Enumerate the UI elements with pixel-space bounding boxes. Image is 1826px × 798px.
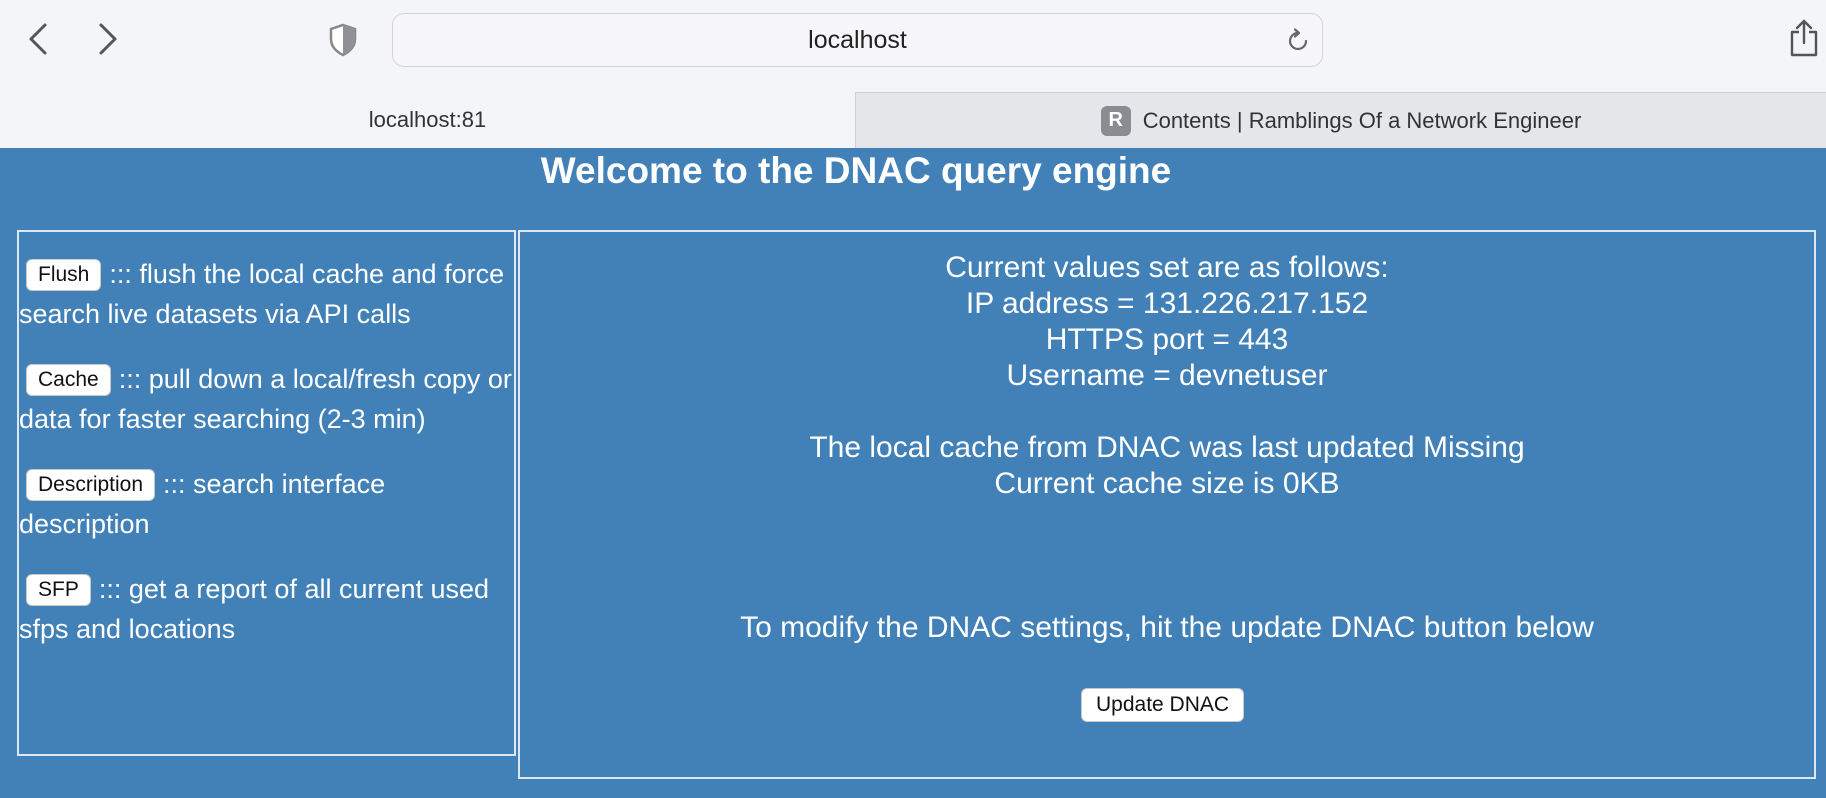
address-text: localhost bbox=[808, 25, 907, 54]
tab-label: localhost:81 bbox=[368, 107, 487, 132]
command-sfp: SFP::: get a report of all current used … bbox=[19, 569, 518, 649]
https-port-value: HTTPS port = 443 bbox=[1045, 323, 1289, 356]
back-button[interactable] bbox=[18, 18, 58, 60]
page-title: Welcome to the DNAC query engine bbox=[540, 150, 1172, 191]
address-bar[interactable]: localhost bbox=[392, 13, 1323, 67]
site-favicon-icon: R bbox=[1100, 105, 1131, 136]
tab-localhost[interactable]: localhost:81 bbox=[0, 92, 855, 148]
flush-button[interactable]: Flush bbox=[26, 259, 102, 291]
username-value: Username = devnetuser bbox=[1006, 359, 1328, 392]
tab-ramblings[interactable]: R Contents | Ramblings Of a Network Engi… bbox=[855, 92, 1826, 148]
command-description-search: Description::: search interface descript… bbox=[19, 464, 518, 544]
share-button[interactable] bbox=[1786, 16, 1822, 60]
settings-panel: Current values set are as follows: IP ad… bbox=[518, 230, 1816, 779]
modify-hint-text: To modify the DNAC settings, hit the upd… bbox=[740, 611, 1594, 644]
description-button[interactable]: Description bbox=[26, 469, 156, 501]
command-cache: Cache::: pull down a local/fresh copy or… bbox=[19, 359, 518, 439]
tab-label: Contents | Ramblings Of a Network Engine… bbox=[1142, 107, 1582, 133]
reload-icon bbox=[1288, 28, 1308, 51]
reload-button[interactable] bbox=[1284, 27, 1312, 55]
privacy-shield-icon[interactable] bbox=[326, 22, 360, 58]
commands-panel: Flush::: flush the local cache and force… bbox=[17, 230, 516, 756]
chevron-right-icon bbox=[99, 23, 117, 55]
cache-updated-text: The local cache from DNAC was last updat… bbox=[809, 431, 1525, 464]
cache-button[interactable]: Cache bbox=[26, 364, 111, 396]
tab-bar: localhost:81 R Contents | Ramblings Of a… bbox=[0, 92, 1826, 148]
update-dnac-button[interactable]: Update DNAC bbox=[1081, 688, 1245, 722]
chevron-left-icon bbox=[29, 23, 47, 55]
sfp-button[interactable]: SFP bbox=[26, 574, 91, 606]
cache-size-text: Current cache size is 0KB bbox=[994, 467, 1340, 500]
ip-address-value: IP address = 131.226.217.152 bbox=[965, 287, 1369, 320]
command-flush: Flush::: flush the local cache and force… bbox=[19, 254, 518, 334]
forward-button[interactable] bbox=[88, 18, 128, 60]
settings-heading: Current values set are as follows: bbox=[945, 251, 1389, 284]
share-icon bbox=[1790, 19, 1818, 57]
browser-toolbar: localhost bbox=[0, 0, 1826, 92]
